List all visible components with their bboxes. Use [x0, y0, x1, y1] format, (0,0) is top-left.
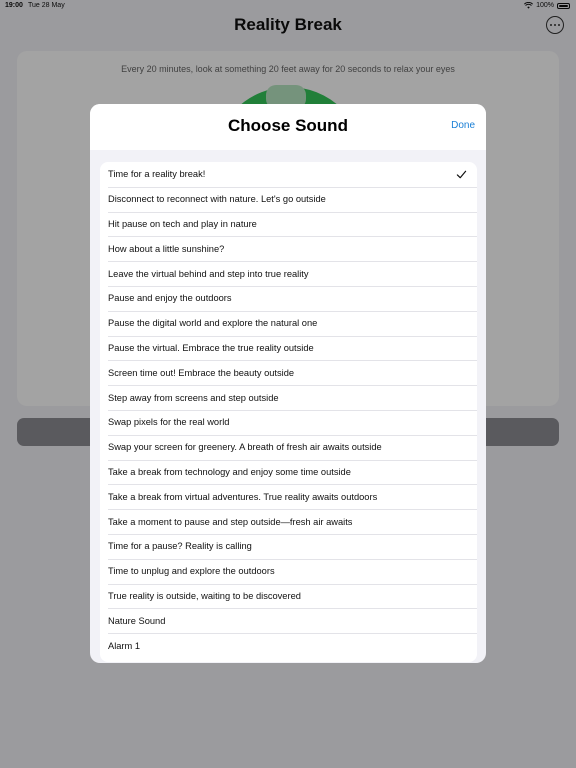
sound-option[interactable]: Screen time out! Embrace the beauty outs… [100, 360, 477, 385]
sound-option[interactable]: Take a break from virtual adventures. Tr… [100, 484, 477, 509]
sound-option[interactable]: Time to unplug and explore the outdoors [100, 558, 477, 584]
sheet-header: Choose Sound Done [90, 104, 486, 150]
sound-option[interactable]: Nature Sound [100, 608, 477, 633]
sound-option[interactable]: Time for a reality break! [100, 162, 477, 187]
sound-option-label: Alarm 1 [108, 640, 141, 651]
sound-option-label: Take a break from virtual adventures. Tr… [108, 491, 378, 502]
sound-option-label: Take a moment to pause and step outside—… [108, 516, 353, 527]
sound-option-label: True reality is outside, waiting to be d… [108, 590, 301, 601]
sound-option-label: Time to unplug and explore the outdoors [108, 566, 275, 577]
sound-option[interactable]: Hit pause on tech and play in nature [100, 211, 477, 237]
sound-option[interactable]: Pause and enjoy the outdoors [100, 285, 477, 311]
sound-option-label: Screen time out! Embrace the beauty outs… [108, 367, 295, 378]
sound-option[interactable]: Alarm 1 [100, 633, 477, 658]
sound-option-label: Pause the digital world and explore the … [108, 318, 318, 329]
sound-option-label: Leave the virtual behind and step into t… [108, 268, 309, 279]
sound-option[interactable]: Swap pixels for the real world [100, 409, 477, 435]
sound-option-label: Take a break from technology and enjoy s… [108, 466, 351, 477]
sound-option-label: Time for a pause? Reality is calling [108, 541, 252, 552]
sheet-title: Choose Sound [228, 116, 348, 135]
sound-option[interactable]: Pause the virtual. Embrace the true real… [100, 335, 477, 361]
sound-option[interactable]: Take a moment to pause and step outside—… [100, 509, 477, 534]
sound-option-label: Swap pixels for the real world [108, 417, 230, 428]
sound-option-label: Pause and enjoy the outdoors [108, 293, 232, 304]
sound-option-label: Swap your screen for greenery. A breath … [108, 442, 382, 453]
sound-option-label: Step away from screens and step outside [108, 392, 279, 403]
sound-option[interactable]: Pause the digital world and explore the … [100, 310, 477, 336]
sound-option-label: Pause the virtual. Embrace the true real… [108, 342, 314, 353]
sound-option[interactable]: Time for a pause? Reality is calling [100, 533, 477, 559]
sound-option-label: How about a little sunshine? [108, 243, 225, 254]
sound-option[interactable]: Swap your screen for greenery. A breath … [100, 434, 477, 460]
sound-option[interactable]: True reality is outside, waiting to be d… [100, 583, 477, 609]
done-button[interactable]: Done [451, 120, 475, 131]
checkmark-icon [456, 170, 467, 179]
sound-option[interactable]: How about a little sunshine? [100, 236, 477, 261]
sound-option[interactable]: Take a break from technology and enjoy s… [100, 459, 477, 485]
sound-list: Time for a reality break! Disconnect to r… [100, 162, 477, 662]
sound-option[interactable]: Leave the virtual behind and step into t… [100, 261, 477, 286]
sound-option[interactable]: Step away from screens and step outside [100, 385, 477, 410]
sound-option-label: Time for a reality break! [108, 169, 206, 180]
sound-option-label: Hit pause on tech and play in nature [108, 218, 257, 229]
choose-sound-sheet: Choose Sound Done Time for a reality bre… [90, 104, 486, 663]
sound-option-label: Nature Sound [108, 615, 166, 626]
sound-option-label: Disconnect to reconnect with nature. Let… [108, 194, 326, 205]
sound-option[interactable]: Disconnect to reconnect with nature. Let… [100, 186, 477, 212]
